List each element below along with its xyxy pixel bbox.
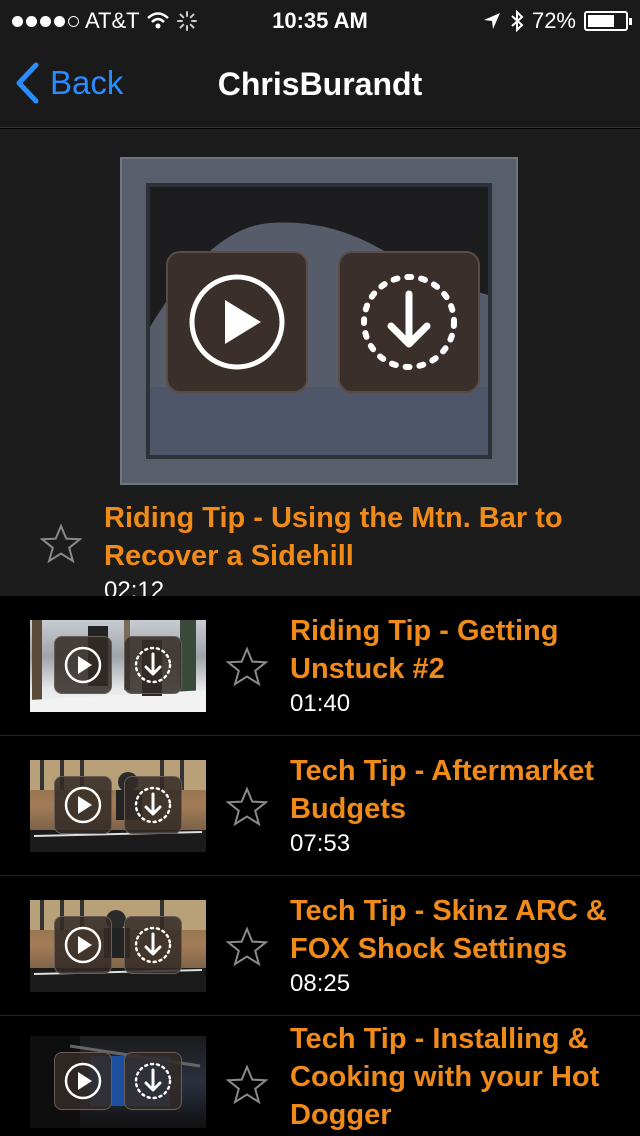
featured-video-duration: 02:12: [104, 577, 165, 596]
favorite-star-button[interactable]: [225, 646, 269, 693]
download-button[interactable]: [124, 1052, 182, 1110]
battery-fill: [588, 15, 614, 27]
download-button[interactable]: [338, 251, 480, 393]
download-icon: [361, 274, 457, 370]
play-button[interactable]: [54, 776, 112, 834]
download-button[interactable]: [124, 916, 182, 974]
list-item[interactable]: Tech Tip - Aftermarket Budgets 07:53: [0, 736, 640, 876]
video-title: Riding Tip - Getting Unstuck #2: [290, 615, 559, 685]
star-outline-icon: [225, 926, 269, 967]
list-item[interactable]: Tech Tip - Installing & Cooking with you…: [0, 1016, 640, 1136]
play-button[interactable]: [166, 251, 308, 393]
star-outline-icon: [225, 646, 269, 687]
video-duration: 08:25: [290, 970, 351, 997]
video-title: Tech Tip - Installing & Cooking with you…: [290, 1023, 600, 1131]
thumbnail-placeholder-image: [146, 183, 492, 459]
play-icon: [64, 1062, 102, 1100]
play-button[interactable]: [54, 916, 112, 974]
video-thumbnail[interactable]: [30, 620, 206, 712]
list-item[interactable]: Tech Tip - Skinz ARC & FOX Shock Setting…: [0, 876, 640, 1016]
play-icon: [64, 926, 102, 964]
favorite-star-button[interactable]: [225, 1064, 269, 1111]
video-duration: 07:53: [290, 830, 351, 857]
page-title: ChrisBurandt: [217, 66, 423, 102]
download-button[interactable]: [124, 776, 182, 834]
location-arrow-icon: [483, 13, 500, 29]
download-icon: [134, 1062, 172, 1100]
favorite-star-button[interactable]: [225, 786, 269, 833]
star-outline-icon: [225, 786, 269, 827]
video-title: Tech Tip - Skinz ARC & FOX Shock Setting…: [290, 895, 607, 965]
featured-thumbnail[interactable]: [120, 157, 518, 485]
favorite-star-button[interactable]: [225, 926, 269, 973]
play-button[interactable]: [54, 1052, 112, 1110]
video-thumbnail[interactable]: [30, 760, 206, 852]
bluetooth-icon: [511, 10, 524, 32]
download-icon: [134, 926, 172, 964]
navigation-bar: Back ChrisBurandt: [0, 40, 640, 128]
status-right: 72%: [482, 8, 632, 34]
list-item[interactable]: Riding Tip - Getting Unstuck #2 01:40: [0, 596, 640, 736]
video-duration: 01:40: [290, 690, 351, 717]
status-bar: AT&T 10:35 AM 72%: [0, 0, 640, 40]
play-button[interactable]: [54, 636, 112, 694]
battery-icon: [584, 11, 632, 31]
battery-percent: 72%: [531, 8, 576, 33]
featured-video: Riding Tip - Using the Mtn. Bar to Recov…: [0, 129, 640, 596]
star-outline-icon: [225, 1064, 269, 1105]
download-icon: [134, 786, 172, 824]
video-thumbnail[interactable]: [30, 1036, 206, 1128]
video-thumbnail[interactable]: [30, 900, 206, 992]
download-button[interactable]: [124, 636, 182, 694]
favorite-star-button[interactable]: [39, 523, 83, 570]
download-icon: [134, 646, 172, 684]
play-icon: [189, 274, 285, 370]
featured-video-title[interactable]: Riding Tip - Using the Mtn. Bar to Recov…: [104, 499, 624, 575]
video-list: Riding Tip - Getting Unstuck #2 01:40 Te…: [0, 596, 640, 1136]
star-outline-icon: [39, 523, 83, 564]
play-icon: [64, 786, 102, 824]
play-icon: [64, 646, 102, 684]
video-title: Tech Tip - Aftermarket Budgets: [290, 755, 595, 825]
